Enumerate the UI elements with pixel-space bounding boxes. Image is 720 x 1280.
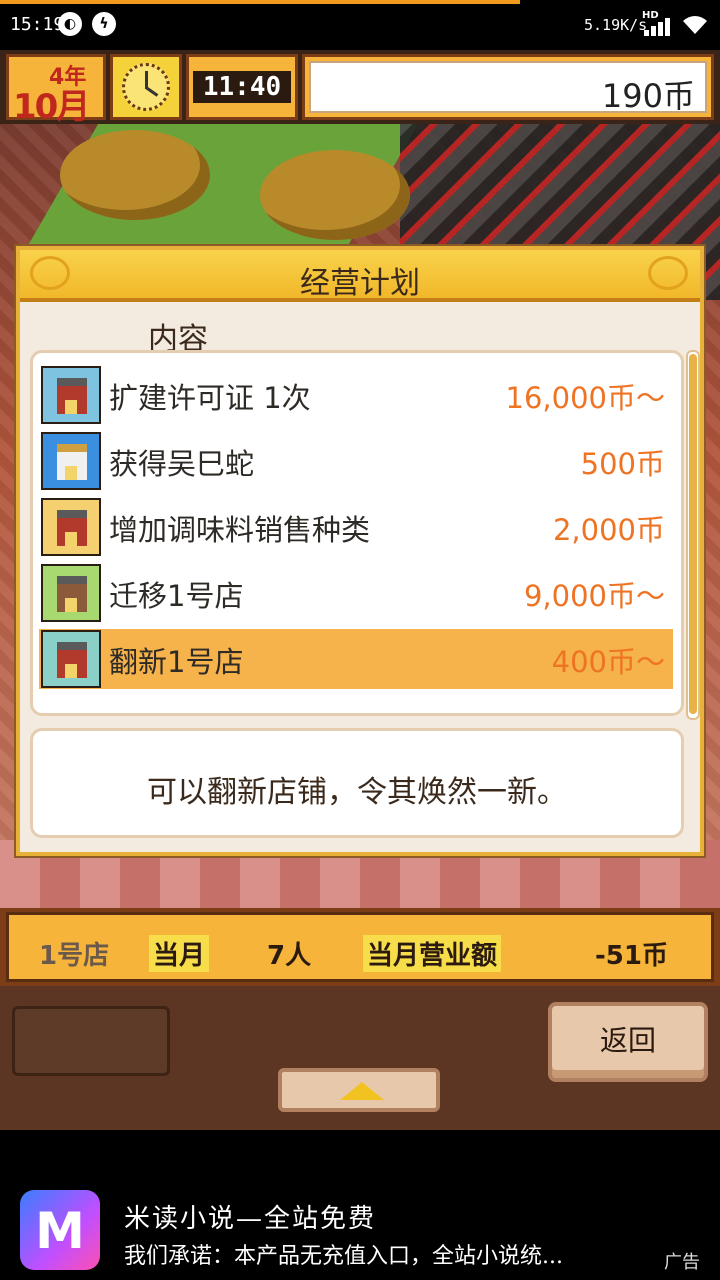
store-label: 1号店 [39,941,110,971]
shop-arrows-icon [41,498,101,556]
item-name: 增加调味料销售种类 [109,513,371,547]
description-box: 可以翻新店铺，令其焕然一新。 [30,728,684,838]
month-label: 10月 [13,87,90,127]
list-item-selected[interactable]: 翻新1号店 400币～ [39,629,673,689]
item-price: 16,000币～ [505,381,665,415]
signal-icon [642,12,672,36]
money-display: 190币 [302,54,714,120]
clock-time: 11:40 [193,71,291,103]
dialog-title: 经营计划 [300,266,420,301]
ad-subtitle: 我们承诺：本产品无充值入口，全站小说统... [124,1244,563,1269]
arrow-up-icon [340,1082,384,1100]
network-speed: 5.19K/s [584,16,648,34]
shield-bolt-icon: ϟ [92,12,116,36]
month-tag: 当月 [149,935,210,972]
business-plan-dialog: 经营计划 内容 扩建许可证 1次 16,000币～ 获得吴巳蛇 500币 增加调… [16,246,704,856]
item-price: 9,000币～ [523,579,665,613]
status-time: 15:19 [10,14,65,35]
item-price: 2,000币 [552,513,665,547]
ad-banner[interactable]: M 米读小说—全站免费 我们承诺：本产品无充值入口，全站小说统... 广告 [0,1130,720,1280]
list-scrollbar[interactable] [686,350,700,720]
bottom-controls: 返回 [0,986,720,1130]
clock-icon [110,54,182,120]
globe-icon: ◐ [58,12,82,36]
wifi-icon [683,16,707,34]
expand-up-button[interactable] [278,1068,440,1112]
plan-list[interactable]: 扩建许可证 1次 16,000币～ 获得吴巳蛇 500币 增加调味料销售种类 2… [30,350,684,716]
scrollbar-thumb[interactable] [689,354,697,714]
building-upgrade-icon [41,366,101,424]
list-item[interactable]: 扩建许可证 1次 16,000币～ [39,365,673,425]
sales-label: 当月营业额 [363,935,502,972]
app-logo-icon: M [20,1190,100,1270]
money-value: 190币 [601,77,695,115]
mascot-icon [41,432,101,490]
status-bar: 15:19 ◐ ϟ 5.19K/s HD [0,0,720,50]
item-price: 500币 [580,447,665,481]
sales-value: -51币 [595,941,668,971]
item-name: 获得吴巳蛇 [109,447,255,481]
item-name: 迁移1号店 [109,579,244,613]
store-info-bar: 1号店 当月 7人 当月营业额 -51币 [0,908,720,986]
tree [60,130,210,220]
empty-slot [12,1006,170,1076]
item-name: 扩建许可证 1次 [109,381,311,415]
list-item[interactable]: 增加调味料销售种类 2,000币 [39,497,673,557]
item-price: 400币～ [551,645,665,679]
game-screen: 4年 10月 11:40 190币 经营计划 内容 扩建许可证 1次 16,00… [0,50,720,1130]
renovation-crane-icon [41,630,101,688]
date-display: 4年 10月 [6,54,106,127]
ad-title: 米读小说—全站免费 [124,1204,377,1234]
ad-tag: 广告 [664,1252,700,1273]
list-item[interactable]: 迁移1号店 9,000币～ [39,563,673,623]
visitor-count: 7人 [267,941,312,971]
list-item[interactable]: 获得吴巳蛇 500币 [39,431,673,491]
item-name: 翻新1号店 [109,645,244,679]
digital-clock: 11:40 [186,54,298,120]
tree [260,150,410,240]
top-hud: 4年 10月 11:40 190币 [0,50,720,127]
description-text: 可以翻新店铺，令其焕然一新。 [147,775,567,810]
back-button[interactable]: 返回 [548,1002,708,1082]
progress-line [0,0,520,4]
dialog-header: 经营计划 [20,250,700,302]
moving-truck-icon [41,564,101,622]
